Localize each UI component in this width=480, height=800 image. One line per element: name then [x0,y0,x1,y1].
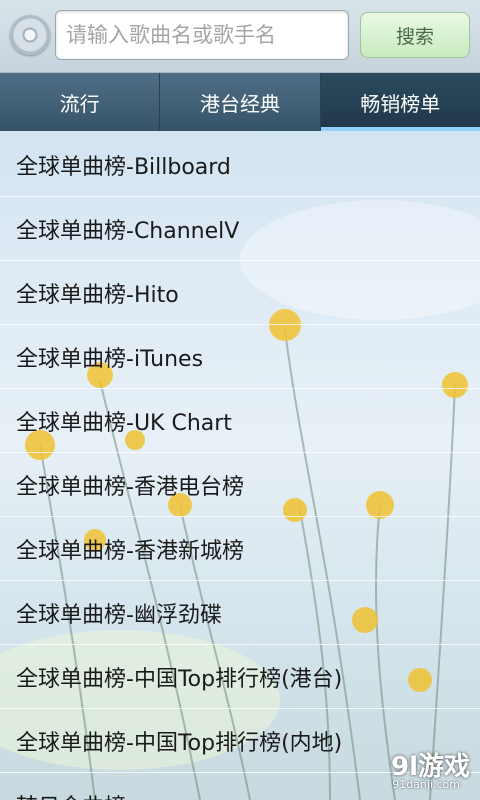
site-watermark: 9l游戏 91danji.com [354,746,474,796]
tab-hk-tw-classics[interactable]: 港台经典 [160,73,321,131]
list-item[interactable]: 全球单曲榜-ChannelV [0,197,480,261]
tab-best-selling-charts[interactable]: 畅销榜单 [320,73,480,131]
category-tabs: 流行 港台经典 畅销榜单 [0,73,480,131]
list-item[interactable]: 全球单曲榜-中国Top排行榜(港台) [0,645,480,709]
watermark-url: 91danji.com [392,778,460,791]
app-root: 搜索 流行 港台经典 畅销榜单 全球单曲榜-Billboard 全球单曲榜-Ch… [0,0,480,800]
list-item[interactable]: 全球单曲榜-iTunes [0,325,480,389]
list-item[interactable]: 全球单曲榜-UK Chart [0,389,480,453]
list-item[interactable]: 全球单曲榜-幽浮劲碟 [0,581,480,645]
search-input[interactable] [55,10,349,60]
search-bar: 搜索 [0,0,480,73]
list-item[interactable]: 全球单曲榜-Hito [0,261,480,325]
chart-list: 全球单曲榜-Billboard 全球单曲榜-ChannelV 全球单曲榜-Hit… [0,133,480,800]
list-item[interactable]: 全球单曲榜-香港电台榜 [0,453,480,517]
search-button[interactable]: 搜索 [360,12,470,58]
disc-icon[interactable] [10,15,50,55]
list-item[interactable]: 全球单曲榜-Billboard [0,133,480,197]
tab-popular[interactable]: 流行 [0,73,161,131]
list-item[interactable]: 全球单曲榜-香港新城榜 [0,517,480,581]
